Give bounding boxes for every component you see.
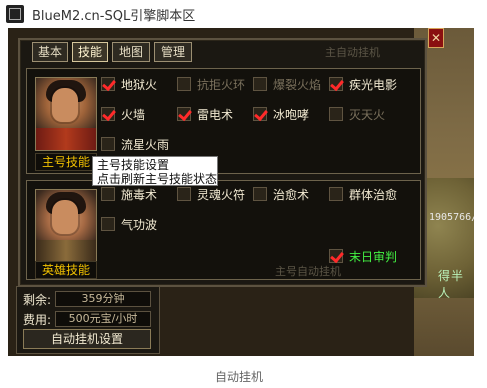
skill-label-poison: 施毒术 [121,188,158,202]
cost-row: 费用: 500元宝/小时 [17,309,159,327]
skill-checkbox-doomsday[interactable] [329,249,343,263]
window-title: BlueM2.cn-SQL引擎脚本区 [32,9,196,24]
skill-checkbox-ice-roar[interactable] [253,107,267,121]
skill-checkbox-fire-wall[interactable] [101,107,115,121]
portrait-armor [36,128,96,150]
skill-label-qigong-wave: 气功波 [121,218,158,232]
close-icon[interactable]: ✕ [428,28,444,48]
portrait-armor [36,240,96,262]
skill-checkbox-explosive-flame[interactable] [253,77,267,91]
cost-label: 费用: [23,313,52,327]
skill-label-thunder: 雷电术 [197,108,234,122]
skill-checkbox-group-heal[interactable] [329,187,343,201]
tab-map[interactable]: 地图 [112,42,150,62]
cost-value: 500元宝/小时 [55,311,151,327]
auto-hang-panel: 基本 技能 地图 管理 主自动挂机 主号技能 地狱火 抗拒火环 爆裂火焰 疾光电… [18,38,427,287]
hero-skill-section: 英雄技能 施毒术 灵魂火符 治愈术 群体治愈 气功波 末日审判 主号自动挂机 [26,180,421,280]
skill-checkbox-heaven-fire[interactable] [329,107,343,121]
panel-watermark-text: 主自动挂机 [325,46,380,59]
remaining-value: 359分钟 [55,291,151,307]
remaining-row: 剩余: 359分钟 [17,289,159,307]
skill-label-fire-wall: 火墙 [121,108,146,122]
tab-basic[interactable]: 基本 [32,42,68,62]
skill-label-meteor: 流星火雨 [121,138,170,152]
skill-label-doomsday: 末日审判 [349,250,398,264]
status-footer: 剩余: 359分钟 费用: 500元宝/小时 自动挂机设置 [16,286,160,354]
image-caption: 自动挂机 [215,370,264,384]
skill-checkbox-repel-fire-ring[interactable] [177,77,191,91]
skill-label-heal: 治愈术 [273,188,310,202]
auto-hang-settings-button[interactable]: 自动挂机设置 [23,329,151,349]
game-viewport: ✕ 1905766/ 得半人 基本 技能 地图 管理 主自动挂机 主号技能 地狱… [8,28,474,356]
tooltip-line-1: 主号技能设置 [97,158,170,172]
skill-label-hellfire: 地狱火 [121,78,158,92]
skill-label-ice-roar: 冰咆哮 [273,108,310,122]
tab-manage[interactable]: 管理 [154,42,192,62]
skill-checkbox-hellfire[interactable] [101,77,115,91]
app-icon [6,5,24,23]
skill-checkbox-lightning-shadow[interactable] [329,77,343,91]
hero-label[interactable]: 英雄技能 [35,261,97,279]
portrait-face [52,88,78,122]
skill-checkbox-thunder[interactable] [177,107,191,121]
map-npc-label: 得半人 [438,269,465,300]
skill-checkbox-meteor[interactable] [101,137,115,151]
tab-skills[interactable]: 技能 [72,42,108,62]
skill-label-heaven-fire: 灭天火 [349,108,386,122]
skill-label-lightning-shadow: 疾光电影 [349,78,398,92]
skill-label-repel-fire-ring: 抗拒火环 [197,78,246,92]
main-skill-section: 主号技能 地狱火 抗拒火环 爆裂火焰 疾光电影 火墙 雷电术 冰咆哮 灭天火 流… [26,68,421,174]
title-bar: BlueM2.cn-SQL引擎脚本区 [0,0,487,28]
skill-checkbox-heal[interactable] [253,187,267,201]
tooltip: 主号技能设置 点击刷新主号技能状态 [92,156,218,186]
remaining-label: 剩余: [23,293,52,307]
main-hero-label[interactable]: 主号技能 [35,153,97,171]
skill-label-group-heal: 群体治愈 [349,188,398,202]
portrait-face [52,200,78,234]
section-watermark-text: 主号自动挂机 [275,265,341,278]
skill-label-explosive-flame: 爆裂火焰 [273,78,322,92]
skill-checkbox-soul-fire[interactable] [177,187,191,201]
tooltip-line-2: 点击刷新主号技能状态 [97,172,218,186]
skill-label-soul-fire: 灵魂火符 [197,188,246,202]
hero-portrait[interactable] [35,189,97,263]
skill-checkbox-poison[interactable] [101,187,115,201]
skill-checkbox-qigong-wave[interactable] [101,217,115,231]
map-coordinate-text: 1905766/ [429,212,474,223]
main-hero-portrait[interactable] [35,77,97,151]
